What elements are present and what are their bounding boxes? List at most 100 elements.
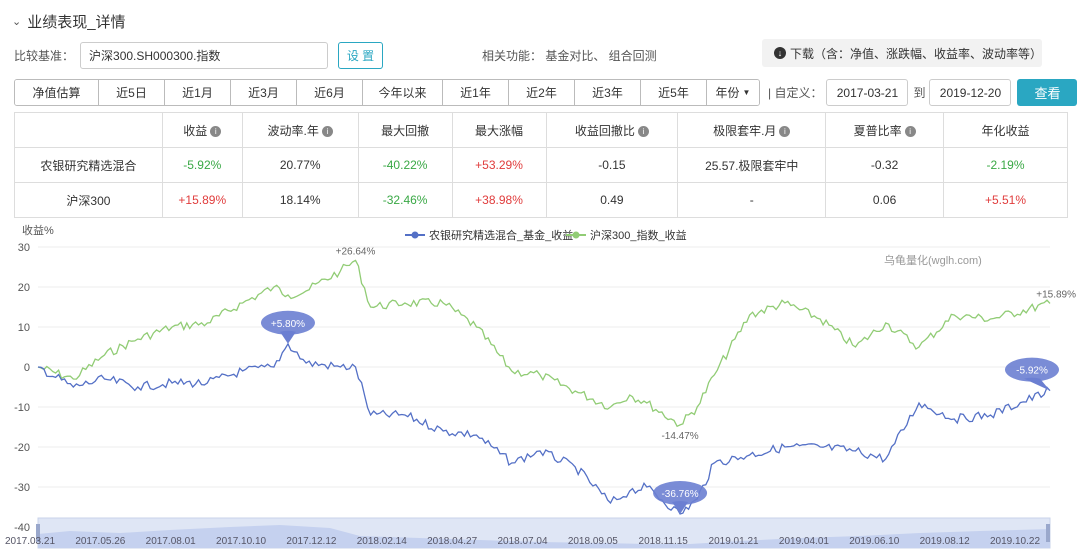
- related-functions[interactable]: 相关功能： 基金对比、 组合回测: [482, 47, 657, 64]
- to-label: 到: [913, 86, 926, 100]
- info-icon[interactable]: i: [904, 125, 916, 137]
- x-tick-label: 2017.03.21: [5, 536, 55, 547]
- performance-chart[interactable]: 收益% 农银研究精选混合_基金_收益 沪深300_指数_收益 乌龟量化(wglh…: [0, 222, 1080, 553]
- table-cell: +53.29%: [451, 147, 547, 183]
- x-tick-label: 2019.10.22: [990, 536, 1040, 547]
- x-tick-label: 2018.11.15: [639, 536, 689, 547]
- start-date-input[interactable]: 2017-03-21: [826, 79, 909, 106]
- y-tick-label: -30: [14, 482, 30, 494]
- table-cell: -2.19%: [943, 147, 1068, 183]
- marker-pin: -5.92%: [1005, 357, 1059, 391]
- table-header-row: 收益 i 波动率.年 i 最大回撤 最大涨幅 收益回撤比 i 极限套牢.月 i 夏普比率…: [14, 112, 1068, 148]
- x-tick-label: 2019.06.10: [849, 536, 899, 547]
- x-tick-label: 2019.08.12: [920, 536, 970, 547]
- table-cell: 25.57.极限套牢中: [677, 147, 827, 183]
- table-cell: 20.77%: [241, 147, 359, 183]
- x-tick-label: 2017.05.26: [75, 536, 125, 547]
- table-header: 收益回撤比 i: [545, 112, 679, 148]
- annotation-label: +15.89%: [1036, 289, 1076, 300]
- tab-3y[interactable]: 近3年: [575, 80, 641, 105]
- caret-down-icon: ▼: [742, 88, 751, 97]
- table-cell: +38.98%: [451, 182, 547, 218]
- y-tick-label: -20: [14, 442, 30, 454]
- section-header[interactable]: ⌄ 业绩表现_详情: [12, 10, 126, 32]
- table-row: 农银研究精选混合 -5.92% 20.77% -40.22% +53.29% -…: [14, 147, 1068, 183]
- info-icon[interactable]: i: [779, 125, 791, 137]
- end-date-input[interactable]: 2019-12-20: [929, 79, 1012, 106]
- table-header: 年化收益: [943, 112, 1068, 148]
- download-icon: ↓: [774, 47, 786, 59]
- marker-label: +5.80%: [271, 319, 305, 330]
- marker-label: -36.76%: [661, 489, 698, 500]
- annotation-label: -14.47%: [661, 431, 698, 442]
- tab-3m[interactable]: 近3月: [231, 80, 297, 105]
- setup-button[interactable]: 设 置: [338, 41, 384, 69]
- benchmark-label: 比较基准：: [14, 48, 75, 63]
- table-header-blank: [14, 112, 163, 148]
- tab-year-dropdown[interactable]: 年份 ▼: [707, 80, 759, 105]
- tab-year-label: 年份: [715, 86, 740, 100]
- y-tick-label: -10: [14, 402, 30, 414]
- download-label: 下载（含：净值、涨跌幅、收益率、波动率等）: [790, 46, 1043, 61]
- table-header: 波动率.年 i: [241, 112, 359, 148]
- tab-1m[interactable]: 近1月: [165, 80, 231, 105]
- tab-5d[interactable]: 近5日: [99, 80, 165, 105]
- tab-6m[interactable]: 近6月: [297, 80, 363, 105]
- query-button[interactable]: 查看: [1017, 79, 1078, 106]
- download-button[interactable]: ↓ 下载（含：净值、涨跌幅、收益率、波动率等）: [762, 39, 1042, 67]
- benchmark-input[interactable]: [80, 41, 329, 69]
- table-cell: -5.92%: [161, 147, 243, 183]
- tab-1y[interactable]: 近1年: [443, 80, 509, 105]
- table-cell: -32.46%: [357, 182, 453, 218]
- header-label: 极限套牢.月: [713, 123, 777, 138]
- x-tick-label: 2017.12.12: [286, 536, 336, 547]
- legend-index-label[interactable]: 沪深300_指数_收益: [590, 228, 687, 242]
- y-axis-label: 收益%: [22, 223, 54, 237]
- table-header: 极限套牢.月 i: [677, 112, 827, 148]
- y-tick-label: -40: [14, 522, 30, 534]
- x-tick-label: 2019.01.21: [709, 536, 759, 547]
- x-tick-label: 2018.07.04: [497, 536, 547, 547]
- tab-2y[interactable]: 近2年: [509, 80, 575, 105]
- table-cell: 0.06: [825, 182, 945, 218]
- info-icon[interactable]: i: [637, 125, 649, 137]
- chart-svg[interactable]: 收益% 农银研究精选混合_基金_收益 沪深300_指数_收益 乌龟量化(wglh…: [0, 222, 1080, 553]
- tab-5y[interactable]: 近5年: [641, 80, 707, 105]
- legend-index-dot: [572, 231, 580, 239]
- table-cell: +5.51%: [943, 182, 1068, 218]
- y-tick-label: 30: [18, 242, 30, 254]
- info-icon[interactable]: i: [321, 125, 333, 137]
- table-cell: +15.89%: [161, 182, 243, 218]
- stats-table: 收益 i 波动率.年 i 最大回撤 最大涨幅 收益回撤比 i 极限套牢.月 i 夏普比率…: [14, 112, 1068, 218]
- row-name: 沪深300: [14, 182, 163, 218]
- zoom-handle-right[interactable]: [1046, 524, 1050, 542]
- x-tick-label: 2018.09.05: [568, 536, 618, 547]
- x-tick-label: 2019.04.01: [779, 536, 829, 547]
- marker-pin: -36.76%: [653, 481, 708, 515]
- y-tick-label: 20: [18, 282, 30, 294]
- header-label: 收益回撤比: [574, 123, 635, 138]
- table-cell: -40.22%: [357, 147, 453, 183]
- table-cell: -0.32: [825, 147, 945, 183]
- legend-fund-label[interactable]: 农银研究精选混合_基金_收益: [429, 228, 573, 242]
- table-row: 沪深300 +15.89% 18.14% -32.46% +38.98% 0.4…: [14, 182, 1068, 218]
- table-header: 最大涨幅: [451, 112, 547, 148]
- tab-nav-estimate[interactable]: 净值估算: [15, 80, 99, 105]
- header-label: 波动率.年: [267, 123, 319, 138]
- legend[interactable]: 农银研究精选混合_基金_收益 沪深300_指数_收益: [405, 228, 687, 242]
- table-cell: 18.14%: [241, 182, 359, 218]
- header-label: 夏普比率: [853, 123, 902, 138]
- tab-ytd[interactable]: 今年以来: [363, 80, 443, 105]
- table-cell: -0.15: [545, 147, 679, 183]
- info-icon[interactable]: i: [210, 125, 222, 137]
- custom-range-label: | 自定义：: [768, 86, 823, 100]
- chevron-down-icon[interactable]: ⌄: [12, 15, 21, 28]
- marker-pin: +5.80%: [260, 310, 315, 344]
- y-tick-label: 10: [18, 322, 30, 334]
- x-tick-label: 2017.10.10: [216, 536, 266, 547]
- table-cell: 0.49: [545, 182, 679, 218]
- annotation-label: +26.64%: [336, 246, 376, 257]
- index-series-line: [37, 259, 1051, 428]
- y-tick-label: 0: [24, 362, 30, 374]
- table-cell: -: [677, 182, 827, 218]
